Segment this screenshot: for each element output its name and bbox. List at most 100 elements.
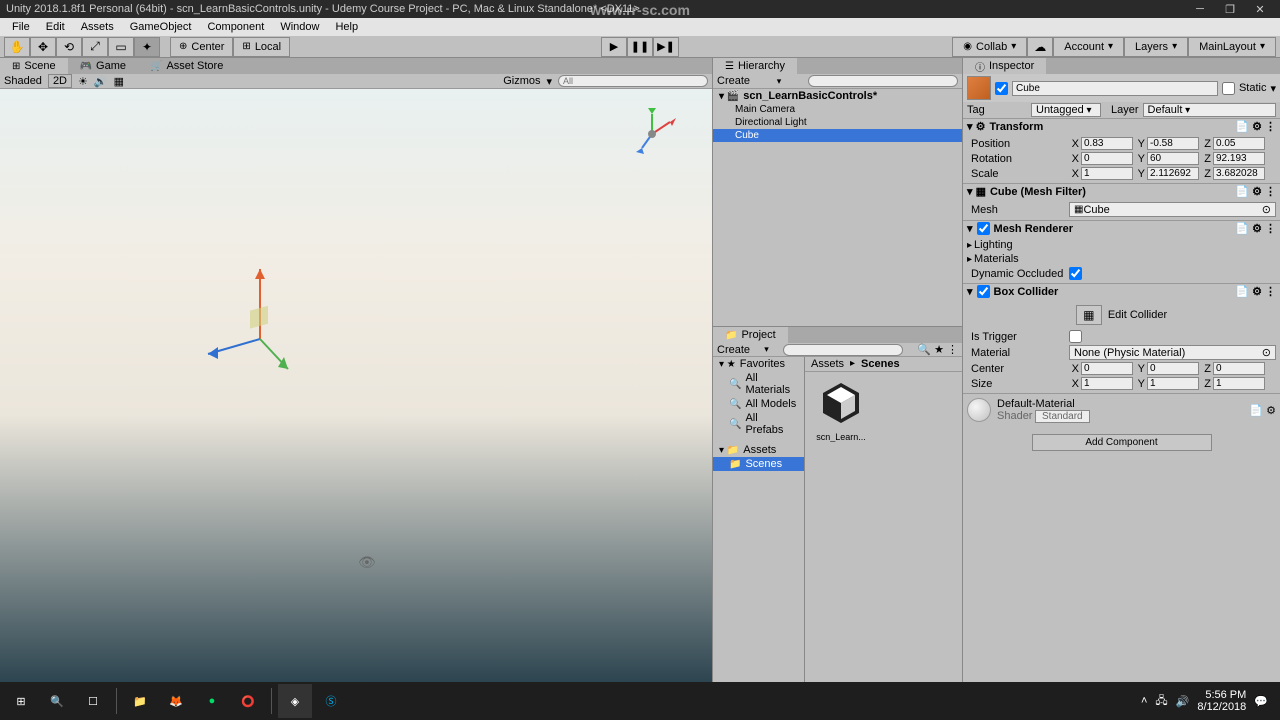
transform-tool[interactable]: ✦ <box>134 37 160 57</box>
tab-asset-store[interactable]: 🛒 Asset Store <box>138 58 235 74</box>
shaded-dropdown[interactable]: Shaded <box>4 75 42 87</box>
mesh-filter-header[interactable]: ▾ ▦ Cube (Mesh Filter)📄 ⚙ ⋮ <box>963 184 1280 199</box>
obs-icon[interactable]: ⭕ <box>231 684 265 718</box>
scale-x[interactable] <box>1081 167 1133 180</box>
box-collider-enabled[interactable] <box>977 285 990 298</box>
orientation-gizmo[interactable] <box>622 104 682 164</box>
rect-tool[interactable]: ▭ <box>108 37 134 57</box>
step-button[interactable]: ▶❚ <box>653 37 679 57</box>
dynamic-occluded-checkbox[interactable] <box>1069 267 1082 280</box>
tab-inspector[interactable]: ⓘ Inspector <box>963 58 1046 74</box>
is-trigger-checkbox[interactable] <box>1069 330 1082 343</box>
box-collider-header[interactable]: ▾ Box Collider📄 ⚙ ⋮ <box>963 284 1280 299</box>
task-view-icon[interactable]: ☐ <box>76 684 110 718</box>
project-filter-icons[interactable]: 🔍 ★ ⋮ <box>917 343 958 356</box>
size-z[interactable] <box>1213 377 1265 390</box>
static-checkbox[interactable] <box>1222 82 1235 95</box>
center-z[interactable] <box>1213 362 1265 375</box>
notification-icon[interactable]: 💬 <box>1254 695 1268 708</box>
search-icon[interactable]: 🔍 <box>40 684 74 718</box>
unity-taskbar-icon[interactable]: ◈ <box>278 684 312 718</box>
mesh-renderer-enabled[interactable] <box>977 222 990 235</box>
pos-x[interactable] <box>1081 137 1133 150</box>
center-y[interactable] <box>1147 362 1199 375</box>
audio-toggle[interactable]: 🔊 <box>94 75 108 88</box>
pos-y[interactable] <box>1147 137 1199 150</box>
2d-toggle[interactable]: 2D <box>48 74 72 88</box>
project-assets[interactable]: ▾ 📁 Assets <box>713 443 804 457</box>
menu-gameobject[interactable]: GameObject <box>122 21 200 33</box>
tray-volume-icon[interactable]: 🔊 <box>1176 695 1190 708</box>
scene-search[interactable] <box>558 75 708 87</box>
size-y[interactable] <box>1147 377 1199 390</box>
size-x[interactable] <box>1081 377 1133 390</box>
lighting-foldout[interactable]: ▸ Lighting <box>967 238 1276 252</box>
menu-window[interactable]: Window <box>272 21 327 33</box>
pivot-local[interactable]: ⊞ Local <box>233 37 290 57</box>
scene-view[interactable]: 👁 <box>0 89 712 682</box>
rotate-tool[interactable]: ⟲ <box>56 37 82 57</box>
shader-dropdown[interactable]: Standard <box>1035 410 1090 423</box>
pos-z[interactable] <box>1213 137 1265 150</box>
materials-foldout[interactable]: ▸ Materials <box>967 252 1276 266</box>
scale-y[interactable] <box>1147 167 1199 180</box>
gizmos-dropdown[interactable]: Gizmos <box>503 75 540 87</box>
tab-game[interactable]: 🎮 Game <box>68 58 138 74</box>
firefox-icon[interactable]: 🦊 <box>159 684 193 718</box>
fav-prefabs[interactable]: 🔍 All Prefabs <box>713 411 804 437</box>
tab-hierarchy[interactable]: ☰ Hierarchy <box>713 58 797 74</box>
hierarchy-main-camera[interactable]: Main Camera <box>713 103 962 116</box>
skype-icon[interactable]: Ⓢ <box>314 684 348 718</box>
layer-dropdown[interactable]: Default ▾ <box>1143 103 1276 117</box>
project-scenes[interactable]: 📁 Scenes <box>713 457 804 471</box>
gameobject-icon[interactable] <box>967 76 991 100</box>
asset-scene[interactable]: scn_Learn... <box>809 376 873 442</box>
rot-z[interactable] <box>1213 152 1265 165</box>
move-gizmo[interactable] <box>200 259 320 389</box>
breadcrumb-assets[interactable]: Assets <box>811 358 844 370</box>
add-component-button[interactable]: Add Component <box>1032 434 1212 451</box>
menu-component[interactable]: Component <box>199 21 272 33</box>
hierarchy-scene[interactable]: ▾ 🎬 scn_LearnBasicControls* <box>713 89 962 103</box>
fx-toggle[interactable]: ▦ <box>114 75 124 88</box>
menu-assets[interactable]: Assets <box>73 21 122 33</box>
gameobject-active-checkbox[interactable] <box>995 82 1008 95</box>
menu-help[interactable]: Help <box>327 21 366 33</box>
transform-header[interactable]: ▾ ⚙ Transform📄 ⚙ ⋮ <box>963 119 1280 134</box>
tray-chevron-icon[interactable]: ˄ <box>1141 695 1147 707</box>
maximize-button[interactable]: ❐ <box>1216 0 1244 18</box>
hierarchy-cube[interactable]: Cube <box>713 129 962 142</box>
rot-y[interactable] <box>1147 152 1199 165</box>
app-icon-1[interactable]: ● <box>195 684 229 718</box>
hierarchy-create[interactable]: Create <box>717 75 750 87</box>
move-tool[interactable]: ✥ <box>30 37 56 57</box>
breadcrumb-scenes[interactable]: Scenes <box>861 358 900 370</box>
mesh-field[interactable]: ▦ Cube⊙ <box>1069 202 1276 217</box>
project-search[interactable] <box>783 344 903 356</box>
fav-materials[interactable]: 🔍 All Materials <box>713 371 804 397</box>
mesh-renderer-header[interactable]: ▾ Mesh Renderer📄 ⚙ ⋮ <box>963 221 1280 236</box>
rot-x[interactable] <box>1081 152 1133 165</box>
hand-tool[interactable]: ✋ <box>4 37 30 57</box>
edit-collider-button[interactable]: ▦ <box>1076 305 1102 325</box>
cloud-button[interactable]: ☁ <box>1027 37 1053 57</box>
collider-material-field[interactable]: None (Physic Material)⊙ <box>1069 345 1276 360</box>
project-favorites[interactable]: ▾ ★ Favorites <box>713 357 804 371</box>
scale-z[interactable] <box>1213 167 1265 180</box>
material-options-icon[interactable]: 📄 ⚙ <box>1249 404 1276 417</box>
menu-file[interactable]: File <box>4 21 38 33</box>
scale-tool[interactable]: ⤢ <box>82 37 108 57</box>
hierarchy-search[interactable] <box>808 75 958 87</box>
hierarchy-directional-light[interactable]: Directional Light <box>713 116 962 129</box>
gameobject-name-input[interactable] <box>1012 81 1218 96</box>
layout-dropdown[interactable]: MainLayout▾ <box>1188 37 1276 57</box>
layers-dropdown[interactable]: Layers ▾ <box>1124 37 1188 57</box>
account-dropdown[interactable]: Account ▾ <box>1053 37 1124 57</box>
pause-button[interactable]: ❚❚ <box>627 37 653 57</box>
collab-dropdown[interactable]: ◉ Collab ▾ <box>952 37 1027 57</box>
start-button[interactable]: ⊞ <box>4 684 38 718</box>
tab-scene[interactable]: ⊞ Scene <box>0 58 68 74</box>
pivot-center[interactable]: ⊕ Center <box>170 37 233 57</box>
center-x[interactable] <box>1081 362 1133 375</box>
close-button[interactable]: ✕ <box>1246 0 1274 18</box>
